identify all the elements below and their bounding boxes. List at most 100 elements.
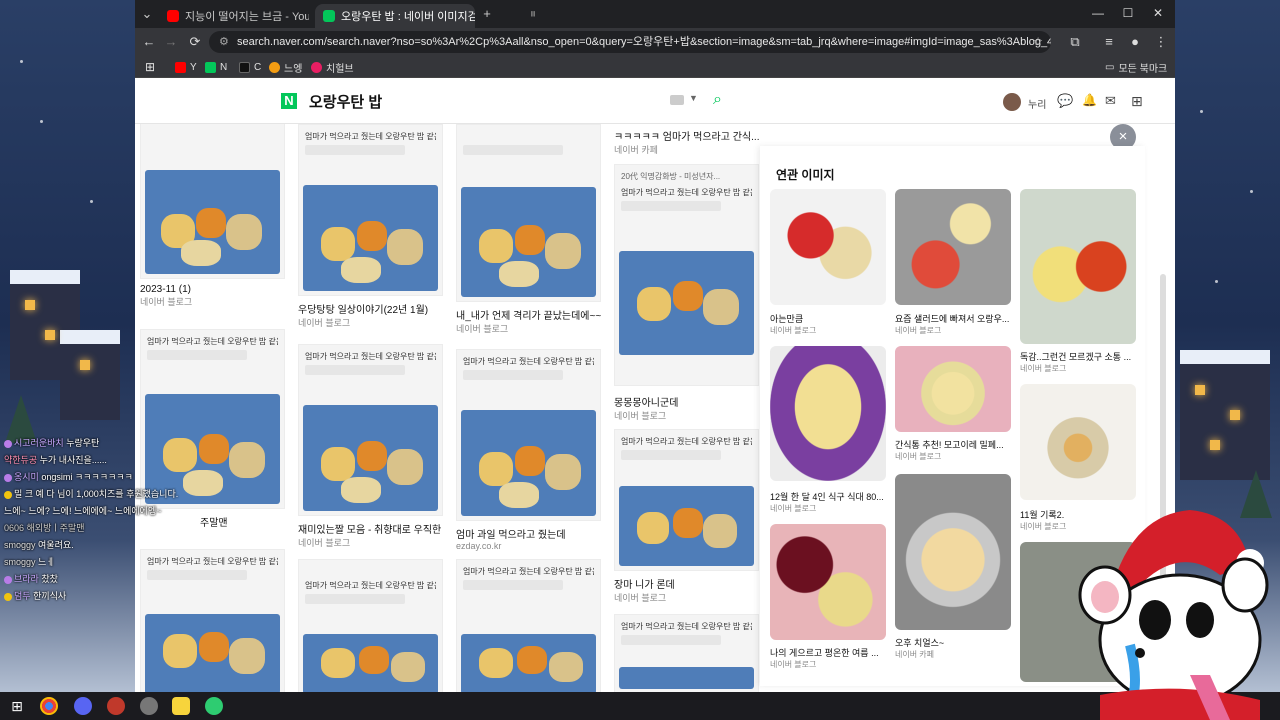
result-caption: ㅋㅋㅋㅋㅋ 엄마가 먹으라고 간식... bbox=[614, 132, 759, 143]
new-tab-button[interactable]: + bbox=[479, 6, 495, 22]
maximize-button[interactable]: ☐ bbox=[1120, 6, 1136, 20]
related-caption: 간식통 추천! 모고이레 밀폐... bbox=[895, 440, 1004, 450]
result-card[interactable]: 엄마가 먹으라고 줬는데 오랑우탄 밥 같음 재미있는짤 모음 - 취향대로 우… bbox=[298, 344, 443, 554]
result-source: 네이버 블로그 bbox=[140, 297, 193, 307]
result-card[interactable]: 엄마가 먹으라고 줬는데 오랑우탄 밥 같음 장마 니가 론데 네이버 블로그 bbox=[614, 429, 759, 609]
related-source: 네이버 블로그 bbox=[770, 660, 817, 669]
chat-message: 약한듀공 누가 내사진을...... bbox=[4, 455, 107, 465]
talk-icon[interactable]: 💬 bbox=[1057, 93, 1073, 109]
apps-icon[interactable]: ⊞ bbox=[145, 59, 155, 75]
address-bar[interactable]: ⚙ search.naver.com/search.naver?nso=so%3… bbox=[209, 31, 1051, 53]
related-image[interactable] bbox=[1020, 384, 1136, 500]
related-image[interactable] bbox=[1020, 189, 1136, 344]
result-card[interactable]: 엄마가 먹으라고 줬는데 오랑우탄 밥 같음 우당탕탕 일상이야기(22년 1월… bbox=[298, 124, 443, 339]
app2-icon[interactable] bbox=[205, 697, 223, 715]
browser-window: ⌄ 지능이 떨어지는 브금 - YouTube ✕ 오랑우탄 밥 : 네이버 이… bbox=[135, 0, 1175, 692]
chat-message: smoggy 느ㅔ bbox=[4, 557, 55, 567]
background-house bbox=[60, 330, 120, 420]
related-image[interactable] bbox=[770, 524, 886, 640]
forward-button[interactable]: → bbox=[163, 34, 179, 50]
result-thumbnail[interactable]: 엄마가 먹으라고 줬는데 오랑우탄 밥 같음 bbox=[456, 559, 601, 692]
recorder-icon[interactable] bbox=[107, 697, 125, 715]
sticky-notes-icon[interactable] bbox=[172, 697, 190, 715]
bookmark-n[interactable]: N bbox=[205, 59, 227, 75]
result-thumbnail[interactable]: 엄마가 먹으라고 줬는데 오랑우탄 밥 같음 bbox=[614, 429, 759, 571]
bookmark-neeng[interactable]: 느엥 bbox=[269, 59, 302, 75]
close-window-button[interactable]: ✕ bbox=[1150, 6, 1166, 20]
related-source: 네이버 블로그 bbox=[895, 452, 942, 461]
tab-bar: ⌄ 지능이 떨어지는 브금 - YouTube ✕ 오랑우탄 밥 : 네이버 이… bbox=[135, 0, 1175, 28]
tab-list-button[interactable]: ⌄ bbox=[139, 6, 155, 22]
result-thumbnail[interactable]: 엄마가 먹으라고 줬는데 오랑우탄 밥 같음 bbox=[614, 614, 759, 692]
all-bookmarks[interactable]: ▭ 모든 북마크 bbox=[1105, 59, 1167, 75]
site-info-icon[interactable]: ⚙ bbox=[219, 31, 229, 53]
bookmark-y[interactable]: Y bbox=[175, 59, 197, 75]
chevron-down-icon[interactable]: ▼ bbox=[689, 93, 698, 103]
result-card[interactable]: 엄마가 먹으라고 줬는데 오랑우탄 밥 같음 엄마 과일 먹으라고 줬는데 ez… bbox=[456, 349, 601, 554]
related-source: 네이버 블로그 bbox=[1020, 364, 1067, 373]
back-button[interactable]: ← bbox=[141, 34, 157, 50]
overlay-label: 0606 해외방ㅣ주말맨 bbox=[4, 523, 85, 533]
related-source: 네이버 블로그 bbox=[770, 326, 817, 335]
result-card[interactable]: 엄마가 먹으라고 줬는데 오랑우탄 밥 같음 bbox=[456, 559, 601, 692]
result-thumbnail[interactable] bbox=[140, 124, 285, 279]
search-query[interactable]: 오랑우탄 밥 bbox=[309, 91, 382, 112]
pause-icon: ⏸ bbox=[529, 6, 537, 21]
bookmark-chihulb[interactable]: 치헐브 bbox=[311, 59, 354, 75]
related-image[interactable] bbox=[895, 189, 1011, 305]
media-icon[interactable]: ≡ bbox=[1101, 34, 1117, 50]
result-card[interactable]: 엄마가 먹으라고 줬는데 오랑우탄 밥 같음 bbox=[298, 559, 443, 692]
bookmark-star-icon[interactable]: ☆ bbox=[1033, 31, 1043, 53]
related-source: 네이버 블로그 bbox=[770, 504, 817, 513]
result-source: ezday.co.kr bbox=[456, 541, 502, 551]
result-source: 네이버 블로그 bbox=[614, 411, 667, 421]
result-caption: 우당탕탕 일상이야기(22년 1월) bbox=[298, 305, 429, 316]
apps-grid-icon[interactable]: ⊞ bbox=[1131, 93, 1143, 110]
result-card[interactable]: ㅋㅋㅋㅋㅋ 엄마가 먹으라고 간식... 네이버 카페 20代 익명감화방 - … bbox=[614, 124, 759, 414]
result-card[interactable]: 엄마가 먹으라고 줬는데 오랑우탄 밥 같음 bbox=[614, 614, 759, 692]
bookmarks-bar: ⊞ Y N C 느엥 치헐브 ▭ 모든 북마크 bbox=[135, 56, 1175, 78]
keyboard-icon[interactable] bbox=[670, 95, 684, 105]
profile-icon[interactable]: ● bbox=[1127, 34, 1143, 50]
related-image[interactable] bbox=[895, 474, 1011, 630]
chat-message: 옹시미 ongsimi ㅋㅋㅋㅋㅋㅋㅋ bbox=[0, 470, 200, 483]
windows-start-icon[interactable]: ⊞ bbox=[8, 697, 26, 715]
result-thumbnail[interactable] bbox=[456, 124, 601, 302]
tab-title: 지능이 떨어지는 브금 - YouTube bbox=[185, 11, 309, 23]
related-image[interactable] bbox=[895, 346, 1011, 432]
result-thumbnail[interactable]: 엄마가 먹으라고 줬는데 오랑우탄 밥 같음 bbox=[456, 349, 601, 521]
result-thumbnail[interactable]: 엄마가 먹으라고 줬는데 오랑우탄 밥 같음 bbox=[298, 559, 443, 692]
app-icon[interactable] bbox=[140, 697, 158, 715]
reload-button[interactable]: ⟳ bbox=[187, 34, 203, 50]
chrome-icon[interactable] bbox=[40, 697, 58, 715]
user-name[interactable]: 누리 bbox=[1028, 96, 1046, 111]
result-thumbnail[interactable]: 엄마가 먹으라고 줬는데 오랑우탄 밥 같음 bbox=[298, 124, 443, 296]
extensions-icon[interactable]: ⧉ bbox=[1067, 34, 1083, 50]
bell-icon[interactable]: 🔔 bbox=[1082, 93, 1097, 107]
result-source: 네이버 블로그 bbox=[614, 593, 667, 603]
user-profile[interactable] bbox=[1003, 93, 1021, 114]
result-card[interactable]: 2023-11 (1) 네이버 블로그 bbox=[140, 124, 285, 319]
discord-icon[interactable] bbox=[74, 697, 92, 715]
related-image[interactable] bbox=[770, 189, 886, 305]
result-caption: 재미있는짤 모음 - 취향대로 우직한 ... bbox=[298, 525, 443, 536]
minimize-button[interactable]: — bbox=[1090, 6, 1106, 20]
menu-icon[interactable]: ⋮ bbox=[1153, 34, 1169, 50]
result-card[interactable]: 내_내가 언제 격리가 끝났는데에~~... 네이버 블로그 bbox=[456, 124, 601, 339]
result-thumbnail[interactable]: 20代 익명감화방 - 미성년자... 엄마가 먹으라고 줬는데 오랑우탄 밥 … bbox=[614, 164, 759, 386]
result-source: 네이버 카페 bbox=[614, 145, 658, 155]
result-thumbnail[interactable]: 엄마가 먹으라고 줬는데 오랑우탄 밥 같음 bbox=[298, 344, 443, 516]
naver-header: N 오랑우탄 밥 ▼ ⌕ 누리 💬 🔔 ✉ ⊞ bbox=[135, 79, 1175, 124]
tab-title: 오랑우탄 밥 : 네이버 이미지검색 bbox=[341, 11, 475, 23]
related-image[interactable] bbox=[770, 346, 886, 481]
tab-youtube[interactable]: 지능이 떨어지는 브금 - YouTube ✕ bbox=[159, 4, 309, 28]
tab-naver[interactable]: 오랑우탄 밥 : 네이버 이미지검색 ✕ bbox=[315, 4, 475, 28]
search-icon[interactable]: ⌕ bbox=[713, 91, 722, 109]
related-source: 네이버 블로그 bbox=[895, 326, 942, 335]
related-caption: 11월 기록2. bbox=[1020, 510, 1065, 520]
bookmark-c[interactable]: C bbox=[239, 59, 261, 75]
result-card[interactable]: 몽몽몽아니군데 네이버 블로그 bbox=[614, 389, 759, 431]
naver-logo[interactable]: N bbox=[281, 93, 297, 109]
mail-icon[interactable]: ✉ bbox=[1105, 93, 1116, 109]
related-caption: 아는만큼 bbox=[770, 314, 804, 324]
